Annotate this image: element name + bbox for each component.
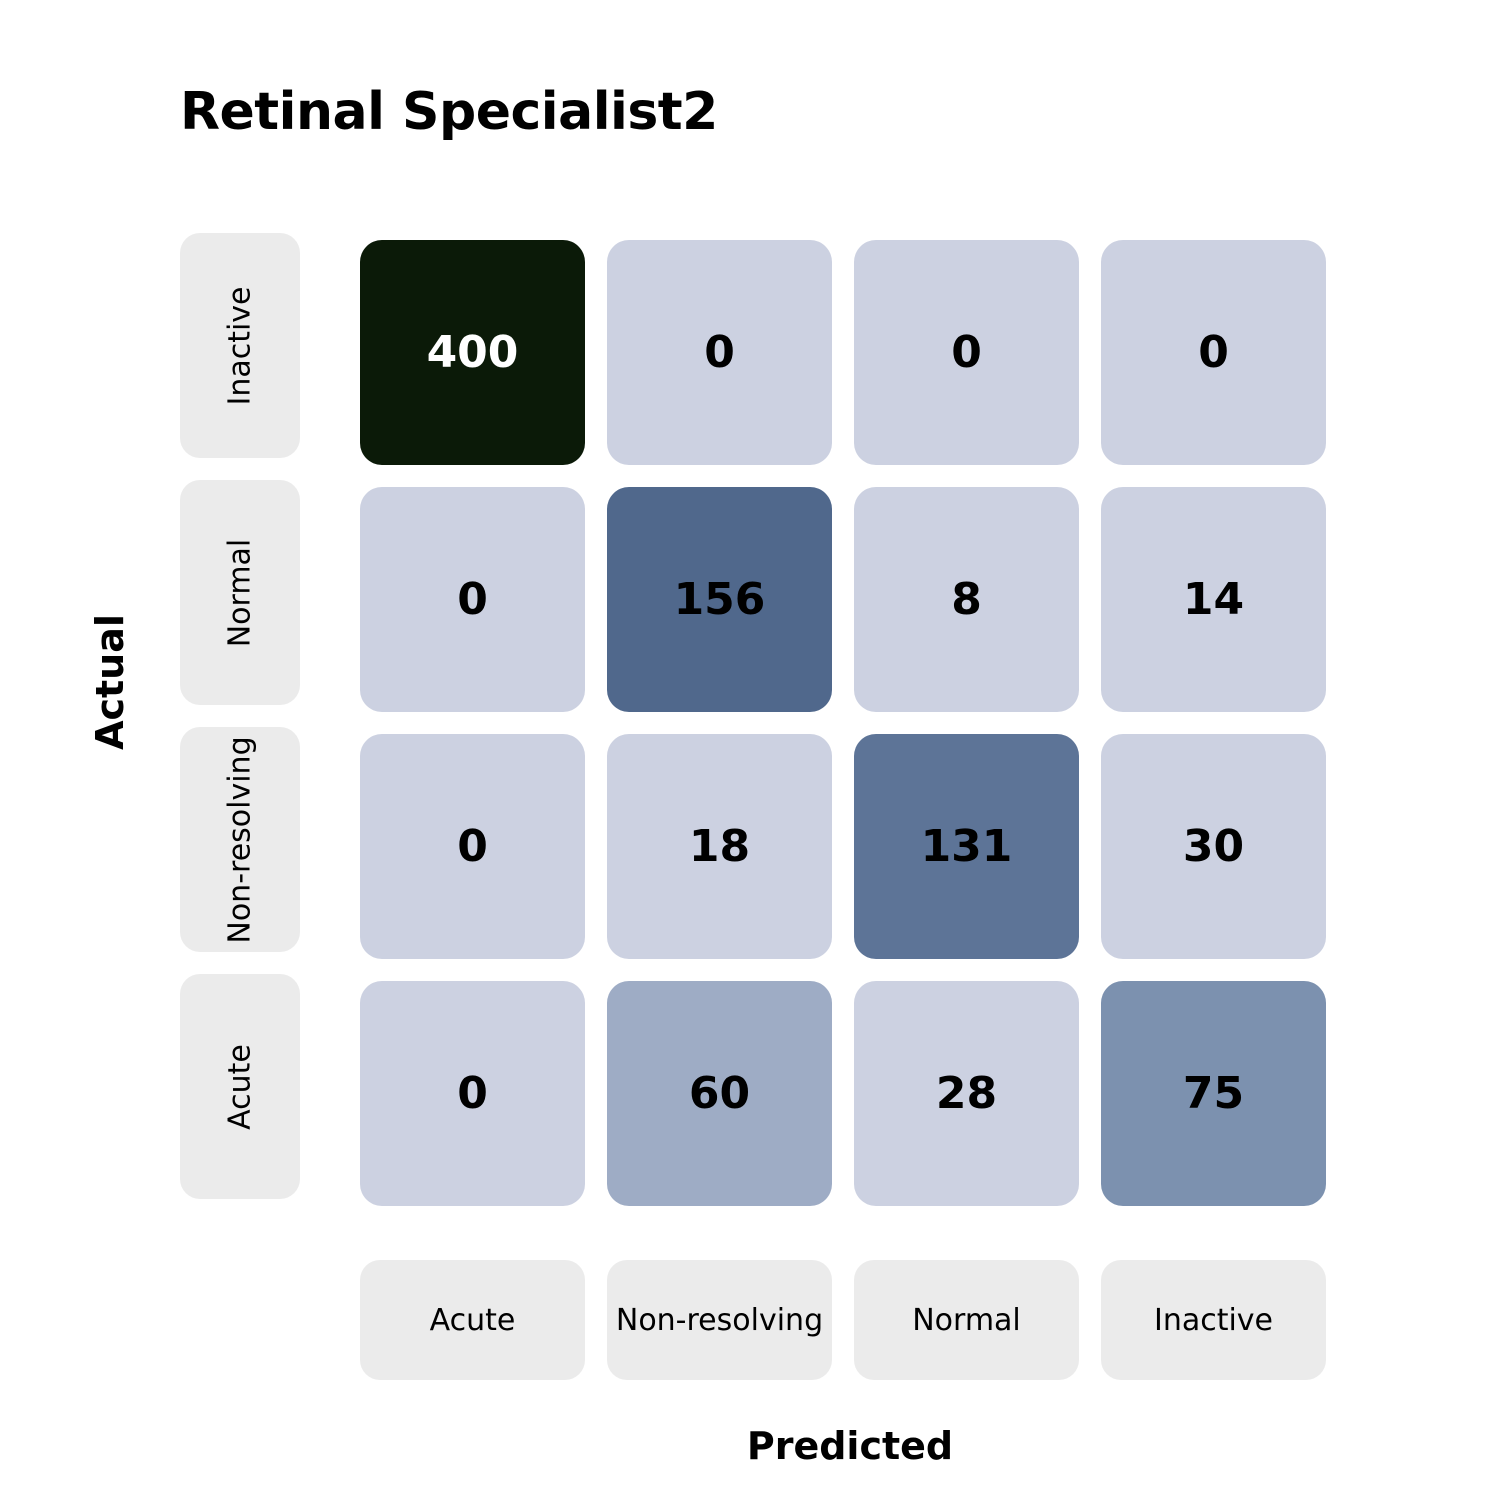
x-tick-label: Acute [360,1260,585,1380]
heatmap-cell: 0 [360,981,585,1206]
heatmap-cell: 0 [607,240,832,465]
heatmap-cell: 30 [1101,734,1326,959]
x-tick-label: Non-resolving [607,1260,832,1380]
y-tick-label-text: Non-resolving [222,735,258,944]
cell-value-label: 75 [1182,1068,1245,1119]
y-tick-label-text: Inactive [222,285,258,406]
y-tick-label: Inactive [180,233,300,458]
x-tick-label-text: Acute [429,1302,516,1338]
x-tick-label: Normal [854,1260,1079,1380]
y-tick-label: Non-resolving [180,727,300,952]
cell-value-label: 18 [688,821,751,872]
y-tick-label: Acute [180,974,300,1199]
heatmap-cell: 0 [854,240,1079,465]
cell-value-label: 0 [951,327,982,378]
cell-value-label: 0 [457,1068,488,1119]
heatmap-cell: 131 [854,734,1079,959]
cell-value-label: 400 [426,327,519,378]
y-tick-label-text: Normal [222,538,258,647]
cell-value-label: 0 [1198,327,1229,378]
cell-value-label: 0 [457,821,488,872]
y-tick-label-text: Acute [222,1043,258,1130]
cell-value-label: 156 [673,574,766,625]
cell-value-label: 0 [704,327,735,378]
heatmap-cell: 75 [1101,981,1326,1206]
chart-title: Retinal Specialist2 [180,82,718,142]
cell-value-label: 0 [457,574,488,625]
cell-value-label: 30 [1182,821,1245,872]
x-tick-label-text: Inactive [1153,1302,1274,1338]
cell-value-label: 8 [951,574,982,625]
heatmap-cell: 28 [854,981,1079,1206]
heatmap-cell: 0 [360,734,585,959]
y-axis-label: Actual [88,614,132,750]
heatmap-cell: 60 [607,981,832,1206]
x-tick-label-text: Normal [912,1302,1021,1338]
x-tick-label-text: Non-resolving [615,1302,824,1338]
cell-value-label: 14 [1182,574,1245,625]
cell-value-label: 60 [688,1068,751,1119]
x-tick-label: Inactive [1101,1260,1326,1380]
heatmap-cell: 14 [1101,487,1326,712]
heatmap-cell: 18 [607,734,832,959]
heatmap-cell: 8 [854,487,1079,712]
cell-value-label: 131 [920,821,1013,872]
heatmap-cell: 0 [360,487,585,712]
heatmap-cell: 400 [360,240,585,465]
x-axis-label: Predicted [746,1424,954,1468]
cell-value-label: 28 [935,1068,998,1119]
heatmap-cell: 0 [1101,240,1326,465]
heatmap-cell: 156 [607,487,832,712]
y-tick-label: Normal [180,480,300,705]
